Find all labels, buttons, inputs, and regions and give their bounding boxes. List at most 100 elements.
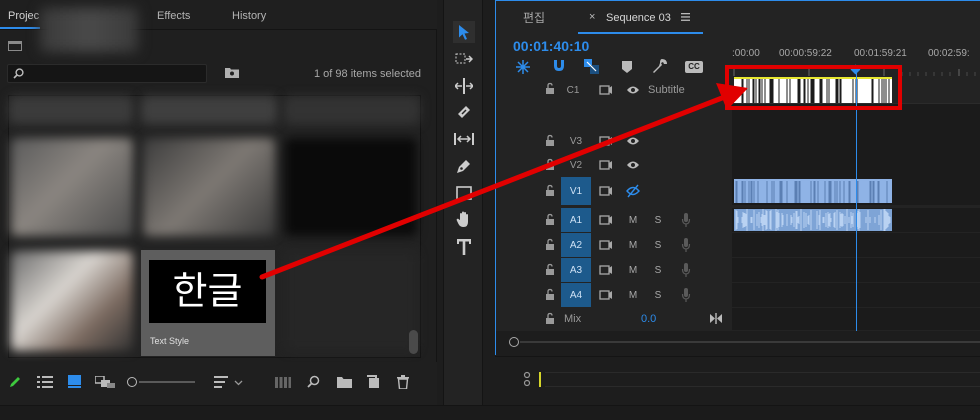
tab-effects[interactable]: Effects [157, 10, 190, 22]
blurred-project-name [40, 8, 138, 52]
linked-selection-icon[interactable] [584, 59, 600, 74]
scroll-zoom-handle[interactable] [509, 337, 519, 347]
tab-edit[interactable]: 편집 [523, 9, 545, 26]
close-tab-icon[interactable]: × [589, 11, 595, 23]
tab-sequence-03[interactable]: Sequence 03 [606, 12, 671, 24]
track-label-a4[interactable]: A4 [561, 283, 591, 307]
type-tool-icon[interactable] [453, 236, 475, 258]
clip-thumbnail[interactable] [285, 138, 417, 236]
microphone-icon[interactable] [681, 283, 691, 307]
tab-history[interactable]: History [232, 10, 266, 22]
add-marker-icon[interactable] [622, 61, 632, 73]
razor-tool-icon[interactable] [453, 101, 475, 123]
go-to-out-icon[interactable] [710, 313, 722, 324]
search-input[interactable] [7, 64, 207, 83]
microphone-icon[interactable] [681, 233, 691, 257]
sync-lock-icon[interactable] [599, 129, 613, 153]
pen-tool-icon[interactable] [453, 155, 475, 177]
video-clips[interactable] [734, 179, 892, 203]
freeform-view-icon[interactable] [95, 376, 115, 388]
timeline-horizontal-scrollbar[interactable] [496, 331, 980, 355]
clip-thumbnail[interactable] [11, 251, 133, 351]
list-view-icon[interactable] [37, 376, 53, 388]
mute-button[interactable]: M [627, 283, 639, 307]
track-select-tool-icon[interactable] [453, 48, 475, 70]
track-label-a2[interactable]: A2 [561, 233, 591, 257]
sync-lock-icon[interactable] [599, 258, 613, 282]
lock-icon[interactable] [544, 308, 556, 330]
new-item-icon[interactable] [367, 375, 380, 388]
clip-thumbnail[interactable] [9, 96, 133, 124]
eye-icon[interactable] [626, 77, 640, 103]
solo-button[interactable]: S [652, 208, 664, 232]
clip-thumbnail[interactable] [143, 138, 275, 236]
clip-thumbnail[interactable] [285, 251, 417, 351]
track-label-a1[interactable]: A1 [561, 208, 591, 232]
zoom-slider-track[interactable] [139, 381, 195, 383]
lock-icon[interactable] [544, 129, 556, 153]
solo-meter-icon[interactable] [523, 371, 531, 387]
nest-icon[interactable] [516, 60, 530, 74]
icon-view-icon[interactable] [68, 375, 81, 388]
sync-lock-icon[interactable] [599, 77, 613, 103]
sync-lock-icon[interactable] [599, 233, 613, 257]
sync-lock-icon[interactable] [599, 283, 613, 307]
clip-thumbnail[interactable] [11, 138, 133, 236]
track-label-v2[interactable]: V2 [561, 153, 591, 177]
lock-icon[interactable] [544, 153, 556, 177]
sort-icons-icon[interactable] [214, 376, 244, 388]
track-label-a3[interactable]: A3 [561, 258, 591, 282]
solo-button[interactable]: S [652, 283, 664, 307]
clip-thumbnail[interactable] [141, 96, 277, 124]
find-icon[interactable] [307, 375, 320, 388]
panel-menu-icon[interactable] [681, 13, 690, 21]
project-panel: Projec Effects History 1 of 98 items sel… [0, 0, 437, 405]
bin-folder-icon[interactable] [8, 41, 22, 51]
caption-track-label[interactable]: C1 [558, 77, 588, 103]
playhead-timecode[interactable]: 00:01:40:10 [513, 38, 589, 54]
zoom-slider-handle[interactable] [127, 377, 137, 387]
lock-icon[interactable] [544, 77, 556, 101]
audio-clips[interactable] [734, 209, 892, 231]
microphone-icon[interactable] [681, 208, 691, 232]
snap-magnet-icon[interactable] [552, 59, 566, 73]
lock-icon[interactable] [544, 233, 556, 257]
lock-icon[interactable] [544, 283, 556, 307]
lock-icon[interactable] [544, 208, 556, 232]
solo-button[interactable]: S [652, 258, 664, 282]
lock-icon[interactable] [544, 177, 556, 205]
ripple-edit-tool-icon[interactable] [453, 75, 475, 97]
selection-tool-icon[interactable] [453, 21, 475, 43]
mix-volume-value[interactable]: 0.0 [641, 313, 656, 325]
lock-icon[interactable] [544, 258, 556, 282]
track-label-v3[interactable]: V3 [561, 129, 591, 153]
pencil-icon[interactable] [8, 375, 22, 389]
solo-button[interactable]: S [652, 233, 664, 257]
clip-thumbnail[interactable] [284, 96, 420, 124]
hand-tool-icon[interactable] [453, 208, 475, 230]
mute-button[interactable]: M [627, 233, 639, 257]
caption-track-header: C1 Subtitle [496, 77, 732, 103]
wrench-settings-icon[interactable] [653, 59, 667, 74]
mute-button[interactable]: M [627, 258, 639, 282]
mute-button[interactable]: M [627, 208, 639, 232]
slip-tool-icon[interactable] [453, 128, 475, 150]
bin-scrollbar-thumb[interactable] [409, 330, 418, 354]
selected-text-style-clip[interactable]: 한글 Text Style [141, 250, 275, 356]
eye-icon[interactable] [626, 129, 640, 153]
annotation-highlight-box [725, 65, 902, 110]
microphone-icon[interactable] [681, 258, 691, 282]
sync-lock-icon[interactable] [599, 177, 613, 205]
trash-icon[interactable] [397, 375, 409, 389]
automate-to-sequence-icon[interactable] [275, 377, 291, 388]
tab-project[interactable]: Projec [8, 10, 39, 22]
rectangle-tool-icon[interactable] [453, 182, 475, 204]
eye-hidden-icon[interactable] [626, 177, 640, 205]
captions-cc-icon[interactable]: CC [685, 61, 703, 73]
sync-lock-icon[interactable] [599, 153, 613, 177]
sync-lock-icon[interactable] [599, 208, 613, 232]
track-label-v1[interactable]: V1 [561, 177, 591, 205]
new-bin-icon[interactable] [337, 376, 352, 388]
new-search-bin-icon[interactable] [225, 66, 239, 78]
eye-icon[interactable] [626, 153, 640, 177]
